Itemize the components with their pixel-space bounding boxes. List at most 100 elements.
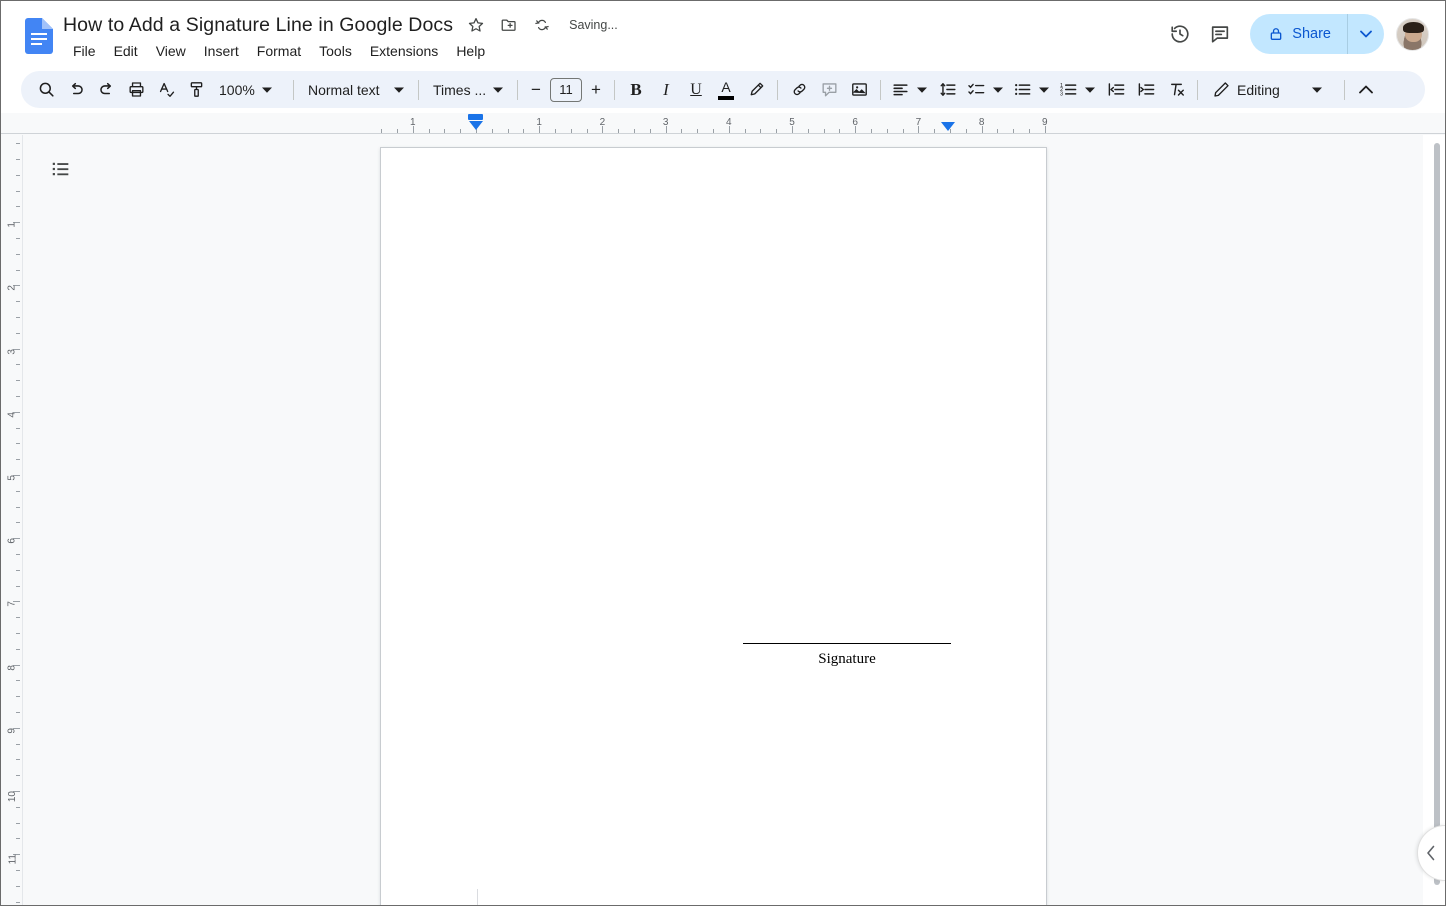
first-line-indent-bar: [468, 114, 483, 120]
menu-item-insert[interactable]: Insert: [195, 41, 248, 61]
insert-image-icon[interactable]: [844, 75, 874, 105]
increase-indent-icon[interactable]: [1131, 75, 1161, 105]
menu-item-view[interactable]: View: [147, 41, 195, 61]
menu-item-tools[interactable]: Tools: [310, 41, 361, 61]
vruler-tick-minor: [16, 506, 20, 508]
horizontal-ruler[interactable]: 1 1 2 3 4 5 6 7 8 9: [1, 113, 1445, 135]
ruler-tick-minor: [1013, 129, 1015, 133]
vruler-tick-minor: [16, 759, 20, 761]
cloud-sync-icon[interactable]: [532, 15, 552, 35]
numbered-list-dropdown[interactable]: 1 2 3: [1055, 76, 1101, 104]
ruler-tick-minor: [586, 129, 588, 133]
ruler-label: 6: [852, 117, 858, 128]
left-indent-marker[interactable]: [468, 114, 483, 134]
ruler-tick-minor: [997, 129, 999, 133]
menu-item-extensions[interactable]: Extensions: [361, 41, 447, 61]
ruler-tick-minor: [523, 129, 525, 133]
ruler-tick-minor: [697, 129, 699, 133]
share-button-main[interactable]: Share: [1250, 14, 1348, 54]
menu-item-format[interactable]: Format: [248, 41, 310, 61]
account-avatar[interactable]: [1396, 17, 1429, 51]
clear-formatting-icon[interactable]: [1161, 75, 1191, 105]
vruler-tick-minor: [16, 380, 20, 382]
ruler-baseline: [1, 133, 1445, 134]
menu-item-edit[interactable]: Edit: [105, 41, 147, 61]
decrease-indent-icon[interactable]: [1101, 75, 1131, 105]
save-status: Saving...: [569, 18, 618, 32]
vertical-scrollbar[interactable]: [1433, 135, 1441, 905]
paint-format-icon[interactable]: [181, 75, 211, 105]
scrollbar-thumb[interactable]: [1434, 143, 1440, 885]
zoom-dropdown[interactable]: 100%: [211, 76, 287, 104]
checklist-icon: [967, 80, 986, 99]
zoom-value: 100%: [219, 81, 255, 98]
ruler-label: 8: [978, 117, 985, 128]
vruler-label: 7: [7, 601, 18, 607]
vruler-tick-minor: [16, 159, 20, 160]
main-toolbar: 100% Normal text Times ... − 11 + B I U …: [21, 71, 1425, 108]
text-color-label: A: [721, 78, 731, 95]
vruler-tick-minor: [16, 490, 20, 492]
insert-link-icon[interactable]: [784, 75, 814, 105]
ruler-tick-minor: [570, 129, 572, 133]
decrease-font-size-button[interactable]: −: [524, 78, 548, 102]
line-spacing-icon[interactable]: [933, 75, 963, 105]
chevron-down-icon: [1081, 81, 1099, 99]
star-icon[interactable]: [466, 15, 486, 35]
bulleted-list-dropdown[interactable]: [1009, 76, 1055, 104]
collapse-toolbar-chevron-up-icon[interactable]: [1351, 75, 1381, 105]
document-title-row: How to Add a Signature Line in Google Do…: [63, 11, 618, 39]
vruler-tick-minor: [16, 206, 20, 208]
page-title[interactable]: How to Add a Signature Line in Google Do…: [63, 11, 453, 39]
vruler-label: 3: [7, 348, 18, 355]
move-to-folder-icon[interactable]: [499, 15, 519, 35]
italic-button[interactable]: I: [651, 75, 681, 105]
ruler-tick-minor: [491, 129, 493, 133]
vruler-tick-minor: [16, 522, 20, 524]
redo-icon[interactable]: [91, 75, 121, 105]
paragraph-style-dropdown[interactable]: Normal text: [300, 76, 412, 104]
add-comment-icon[interactable]: [814, 75, 844, 105]
document-outline-icon[interactable]: [41, 149, 81, 189]
increase-font-size-button[interactable]: +: [584, 78, 608, 102]
ruler-tick-minor: [444, 129, 446, 133]
vertical-ruler[interactable]: 1 2 3 4 5 6 7 8 9 10 11: [1, 135, 23, 905]
share-dropdown-chevron-down-icon[interactable]: [1348, 14, 1384, 54]
align-dropdown[interactable]: [887, 76, 933, 104]
comments-icon[interactable]: [1200, 14, 1240, 54]
ruler-tick-minor: [460, 129, 462, 133]
right-indent-marker[interactable]: [941, 122, 955, 134]
vruler-tick-minor: [16, 870, 20, 871]
ruler-tick-minor: [965, 129, 967, 133]
undo-icon[interactable]: [61, 75, 91, 105]
toolbar-divider: [418, 79, 419, 100]
text-cursor: [477, 889, 478, 905]
bold-button[interactable]: B: [621, 75, 651, 105]
font-size-input[interactable]: 11: [550, 77, 582, 102]
document-page[interactable]: Signature: [380, 147, 1047, 905]
editing-mode-dropdown[interactable]: Editing: [1206, 76, 1330, 104]
font-family-dropdown[interactable]: Times ...: [425, 76, 511, 104]
left-indent-triangle: [468, 121, 483, 130]
vruler-tick-minor: [16, 617, 20, 619]
share-button[interactable]: Share: [1250, 14, 1384, 54]
ruler-label: 7: [915, 117, 922, 128]
ruler-tick-minor: [744, 129, 746, 133]
search-icon[interactable]: [31, 75, 61, 105]
menu-item-file[interactable]: File: [64, 41, 105, 61]
font-family-value: Times ...: [433, 81, 487, 98]
vruler-tick-minor: [16, 712, 20, 713]
version-history-icon[interactable]: [1160, 14, 1200, 54]
bold-label: B: [630, 79, 642, 99]
vruler-tick-minor: [16, 269, 20, 271]
print-icon[interactable]: [121, 75, 151, 105]
spellcheck-icon[interactable]: [151, 75, 181, 105]
ruler-label: 9: [1042, 117, 1048, 128]
underline-button[interactable]: U: [681, 75, 711, 105]
highlight-pen-icon[interactable]: [741, 75, 771, 105]
signature-caption[interactable]: Signature: [743, 651, 951, 668]
vruler-label: 11: [7, 854, 18, 865]
menu-item-help[interactable]: Help: [447, 41, 494, 61]
checklist-dropdown[interactable]: [963, 76, 1009, 104]
text-color-button[interactable]: A: [711, 75, 741, 105]
